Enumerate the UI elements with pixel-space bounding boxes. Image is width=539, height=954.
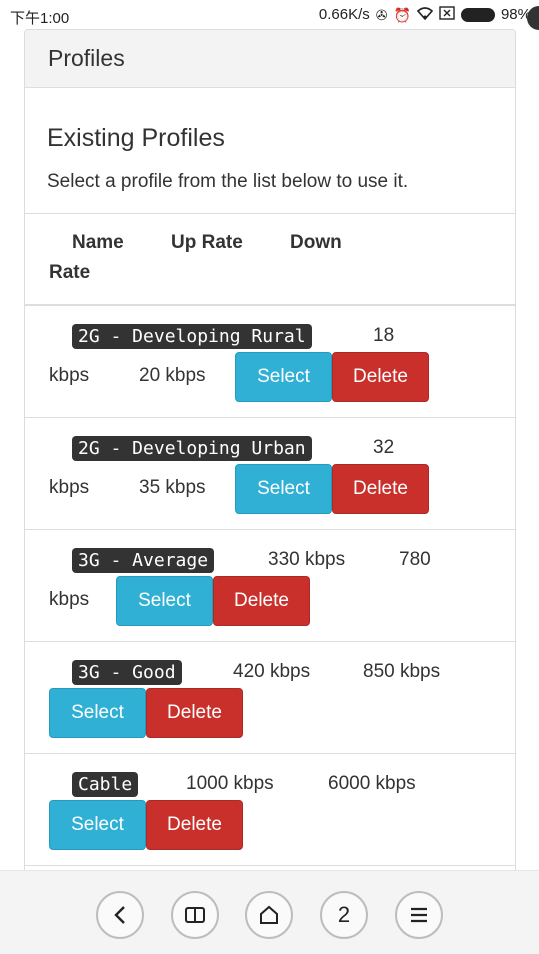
profile-name: 3G - Average xyxy=(72,548,215,573)
select-button[interactable]: Select xyxy=(235,464,332,514)
up-rate-value: 330 kbps xyxy=(268,549,346,570)
up-rate-value: 18 xyxy=(373,325,395,346)
up-rate-unit: kbps xyxy=(49,365,90,386)
panel-header: Profiles xyxy=(25,30,515,88)
down-rate-value: 850 kbps xyxy=(363,661,441,682)
back-button[interactable] xyxy=(96,891,144,939)
battery-icon xyxy=(460,7,495,22)
menu-icon xyxy=(411,907,427,923)
status-icons: 0.66K/s ✇ ⏰ 98% xyxy=(319,6,531,23)
down-rate-value: 35 kbps xyxy=(139,477,206,498)
status-bar: 下午1:00 0.66K/s ✇ ⏰ 98% xyxy=(0,0,539,30)
up-rate-value: 420 kbps xyxy=(233,661,311,682)
status-time: 下午1:00 xyxy=(10,10,70,27)
book-icon xyxy=(185,907,205,923)
header-up-rate: Up Rate xyxy=(171,232,243,253)
page-title: Profiles xyxy=(48,45,125,71)
delete-button[interactable]: Delete xyxy=(332,352,429,402)
header-down-rate-line2: Rate xyxy=(49,262,91,283)
select-button[interactable]: Select xyxy=(49,688,146,738)
down-rate-unit: kbps xyxy=(49,589,90,610)
profile-name: 2G - Developing Rural xyxy=(72,324,312,349)
alarm-icon: ⏰ xyxy=(393,6,411,23)
down-rate-value: 780 xyxy=(399,549,431,570)
up-rate-value: 32 xyxy=(373,437,395,458)
tabs-button[interactable]: 2 xyxy=(320,891,368,939)
down-rate-value: 20 kbps xyxy=(139,365,206,386)
table-row: 2G - Developing Urban 32 kbps 35 kbps Se… xyxy=(25,418,515,530)
section-description: Select a profile from the list below to … xyxy=(47,171,409,192)
profile-name: 2G - Developing Urban xyxy=(72,436,312,461)
down-rate-value: 6000 kbps xyxy=(328,773,416,794)
profile-name: Cable xyxy=(72,772,139,797)
profiles-panel: Profiles Existing Profiles Select a prof… xyxy=(24,29,516,889)
select-button[interactable]: Select xyxy=(235,352,332,402)
delete-button[interactable]: Delete xyxy=(213,576,310,626)
home-button[interactable] xyxy=(245,891,293,939)
floating-ball-icon[interactable] xyxy=(527,6,539,30)
table-row: 2G - Developing Rural 18 kbps 20 kbps Se… xyxy=(25,306,515,418)
browser-bottom-bar: 2 xyxy=(0,870,539,954)
chevron-left-icon xyxy=(114,906,125,924)
panel-body: Existing Profiles Select a profile from … xyxy=(25,124,515,193)
wifi-icon xyxy=(416,6,434,23)
delete-button[interactable]: Delete xyxy=(146,688,243,738)
select-button[interactable]: Select xyxy=(116,576,213,626)
table-row: 3G - Good 420 kbps 850 kbps Select Delet… xyxy=(25,642,515,754)
profiles-table: Name Up Rate Down Rate 2G - Developing R… xyxy=(25,213,515,866)
delete-button[interactable]: Delete xyxy=(332,464,429,514)
table-row: Cable 1000 kbps 6000 kbps Select Delete xyxy=(25,754,515,866)
delete-button[interactable]: Delete xyxy=(146,800,243,850)
network-speed: 0.66K/s xyxy=(318,6,370,23)
table-row: 3G - Average 330 kbps 780 kbps Select De… xyxy=(25,530,515,642)
section-title: Existing Profiles xyxy=(47,124,225,152)
profile-name: 3G - Good xyxy=(72,660,182,685)
tabs-count: 2 xyxy=(337,902,351,927)
sim-icon xyxy=(439,6,455,23)
header-down-rate: Down xyxy=(290,232,342,253)
menu-button[interactable] xyxy=(395,891,443,939)
select-button[interactable]: Select xyxy=(49,800,146,850)
home-icon xyxy=(260,905,278,924)
table-header: Name Up Rate Down Rate xyxy=(25,214,515,306)
bookmarks-button[interactable] xyxy=(171,891,219,939)
silent-icon: ✇ xyxy=(375,6,388,23)
header-name: Name xyxy=(72,232,124,253)
up-rate-unit: kbps xyxy=(49,477,90,498)
up-rate-value: 1000 kbps xyxy=(186,773,274,794)
